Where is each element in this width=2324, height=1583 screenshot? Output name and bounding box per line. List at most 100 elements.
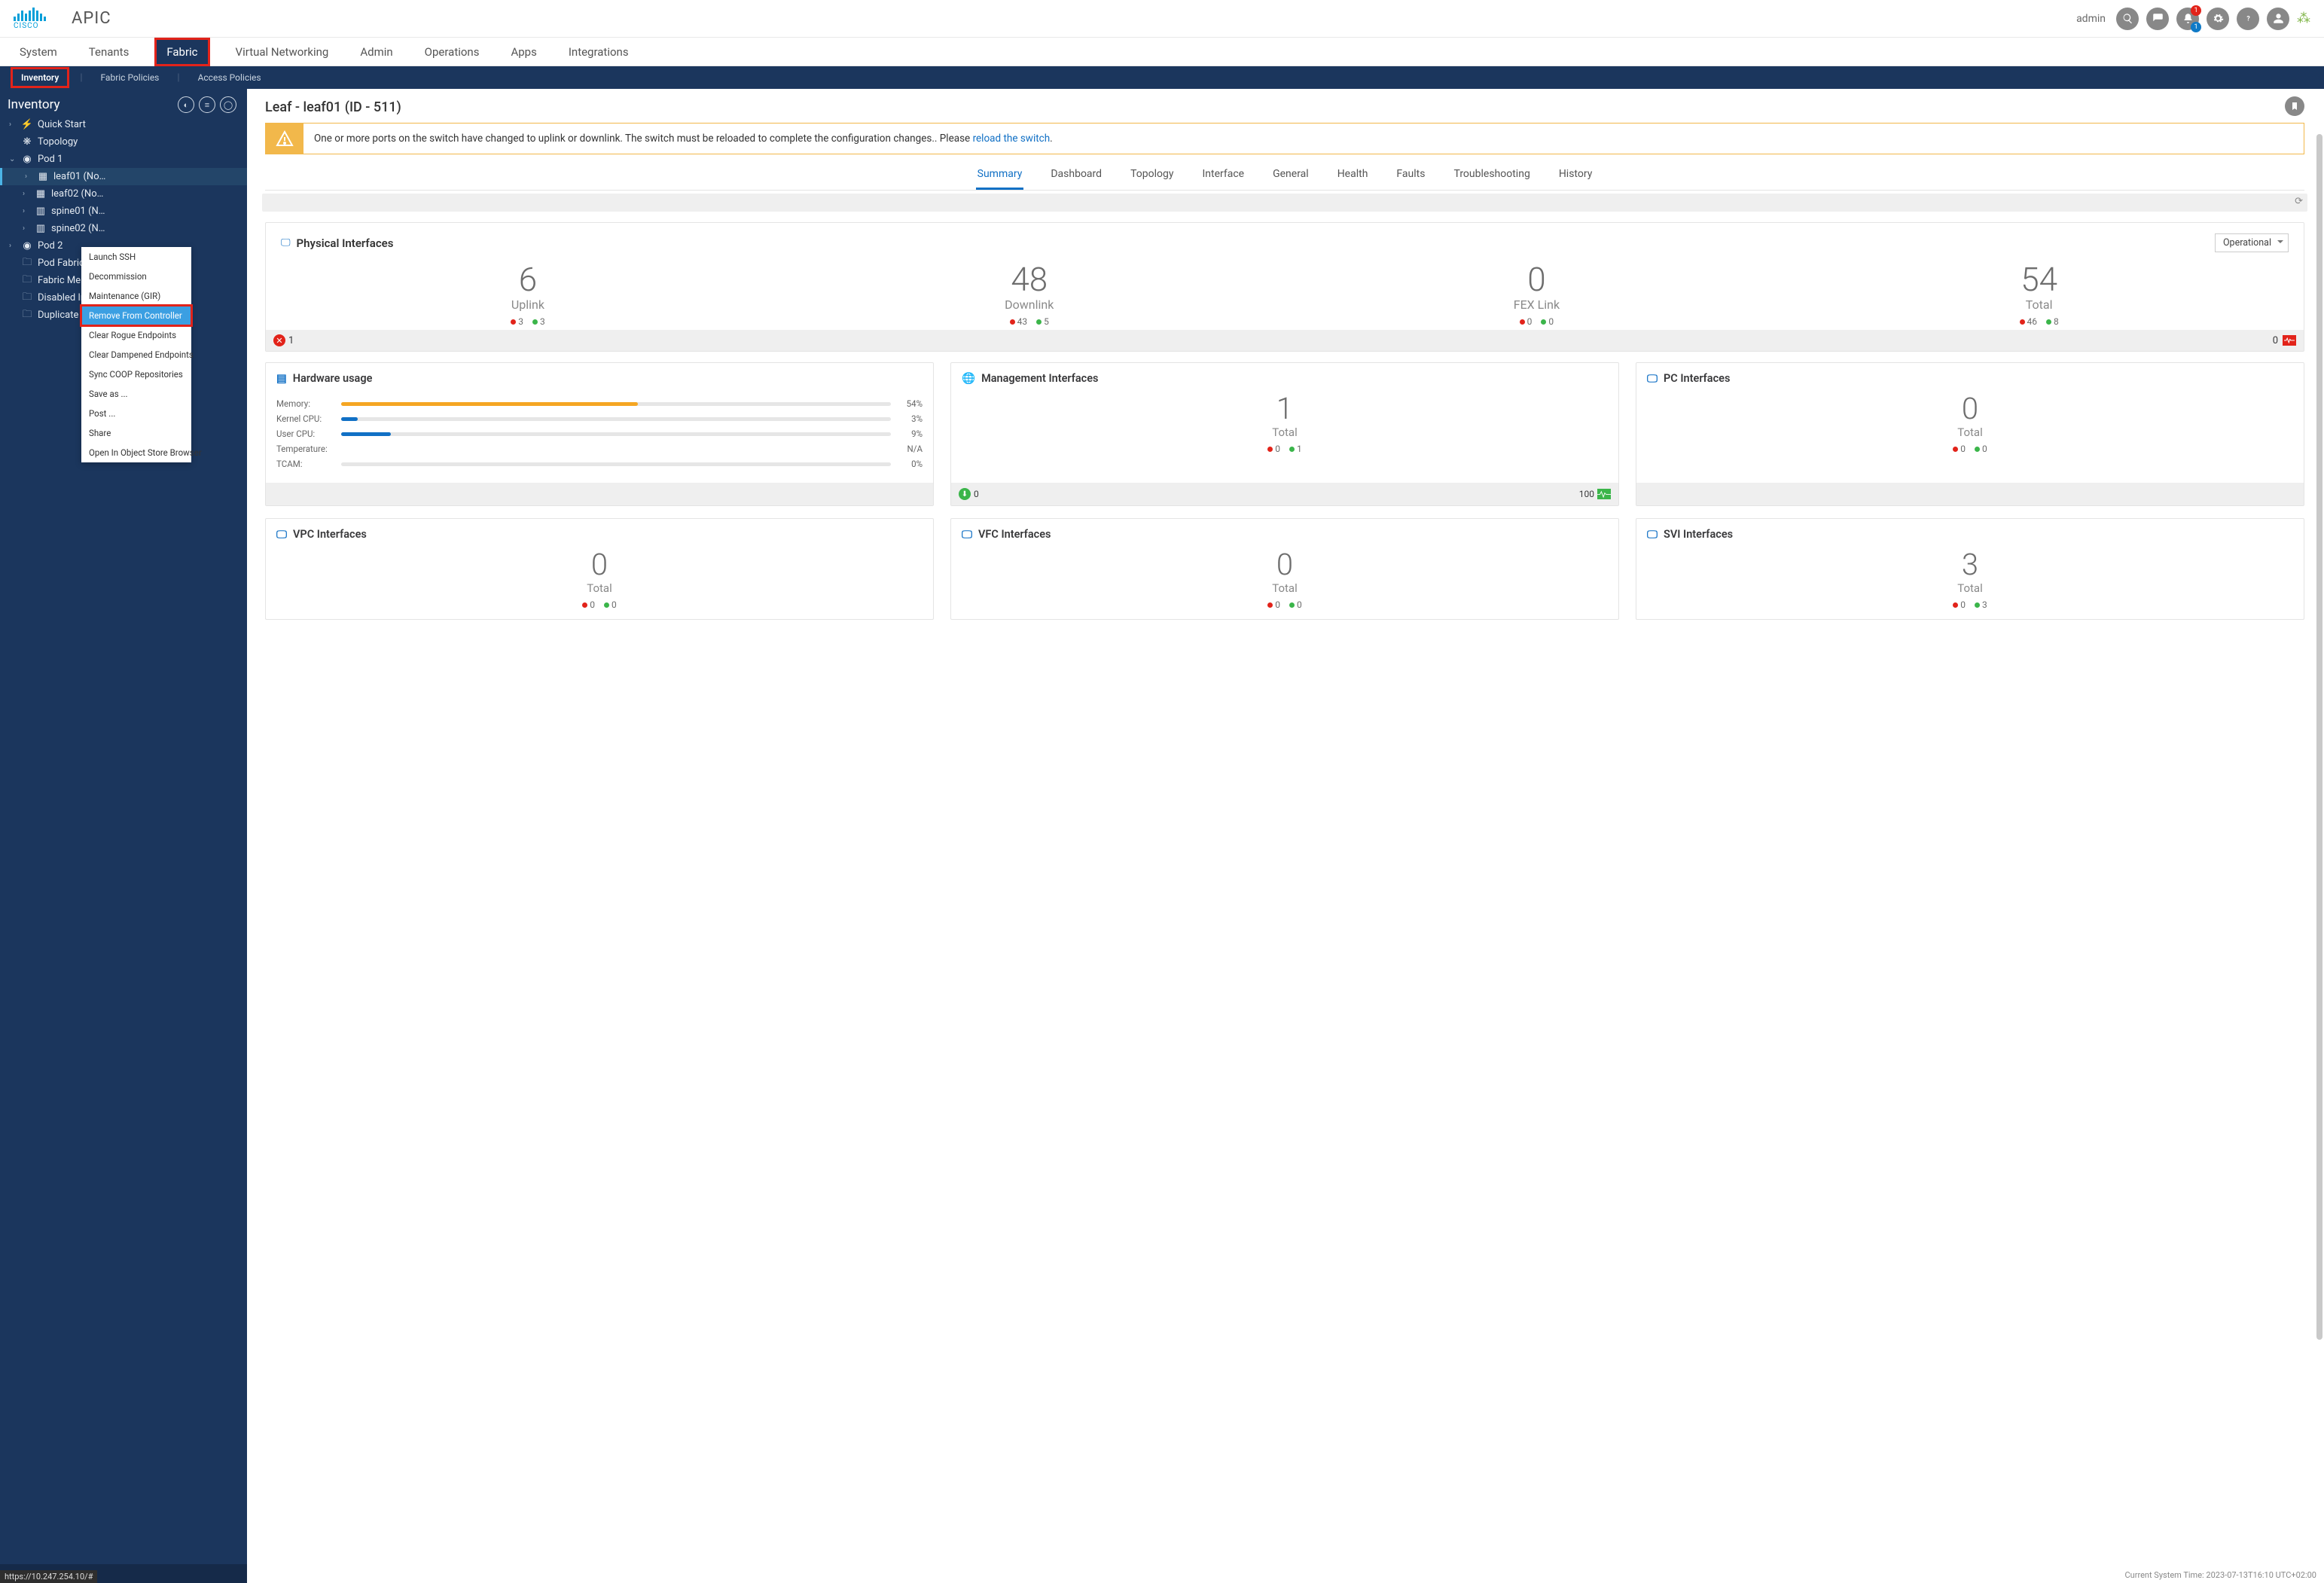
error-count: 1 [288, 335, 294, 346]
bell-icon[interactable]: 1 1 [2176, 8, 2199, 30]
sub-nav: Inventory|Fabric Policies|Access Policie… [0, 66, 2324, 89]
bookmark-icon[interactable] [2285, 96, 2304, 116]
hw-row-tcam: TCAM:0% [276, 459, 923, 469]
tab-health[interactable]: Health [1336, 162, 1370, 190]
subnav-inventory[interactable]: Inventory [14, 70, 66, 85]
heartbeat-icon [2283, 335, 2296, 346]
ctx-launch-ssh[interactable]: Launch SSH [81, 247, 191, 267]
if-col-uplink: 6Uplink33 [511, 263, 545, 327]
ctx-open-in-object-store-browser[interactable]: Open In Object Store Browser [81, 443, 191, 462]
physical-interfaces-panel: 🖵 Physical Interfaces Operational 6Uplin… [265, 222, 2304, 352]
card-title: VPC Interfaces [293, 528, 367, 541]
ctx-post-[interactable]: Post ... [81, 404, 191, 423]
search-icon[interactable] [2116, 8, 2139, 30]
user-icon[interactable] [2267, 8, 2289, 30]
heartbeat-icon [1597, 489, 1611, 499]
status-url: https://10.247.254.10/# [0, 1570, 97, 1583]
mode-select[interactable]: Operational [2215, 233, 2289, 252]
mainnav-operations[interactable]: Operations [420, 39, 484, 65]
panel-title: Physical Interfaces [297, 236, 394, 250]
tree-label: leaf01 (No… [53, 171, 105, 182]
reload-link[interactable]: reload the switch [973, 133, 1051, 145]
main-nav: System Tenants Fabric Virtual Networking Adm… [0, 38, 2324, 66]
vpc-label: Total [276, 581, 923, 595]
tree-topology[interactable]: ❋Topology [0, 133, 247, 151]
card-title: Hardware usage [293, 372, 373, 385]
help-icon[interactable]: ? [2237, 8, 2259, 30]
monitor-icon: 🖵 [962, 528, 972, 541]
error-icon: ✕ [273, 334, 285, 346]
tab-interface[interactable]: Interface [1200, 162, 1246, 190]
ctx-share[interactable]: Share [81, 423, 191, 443]
mainnav-admin[interactable]: Admin [355, 39, 397, 65]
globe-icon: 🌐 [962, 372, 975, 385]
tab-dashboard[interactable]: Dashboard [1049, 162, 1103, 190]
tree-leaf01[interactable]: ›▦leaf01 (No… [0, 168, 247, 185]
ctx-save-as-[interactable]: Save as ... [81, 384, 191, 404]
mainnav-fabric[interactable]: Fabric [156, 39, 208, 65]
sidebar-tool-3[interactable]: ◯ [220, 96, 236, 113]
ctx-clear-dampened-endpoints[interactable]: Clear Dampened Endpoints [81, 345, 191, 364]
user-label[interactable]: admin [2076, 13, 2106, 25]
tab-history[interactable]: History [1557, 162, 1594, 190]
tree-label: leaf02 (No… [51, 188, 103, 200]
subnav-fabric-policies[interactable]: Fabric Policies [96, 70, 164, 85]
feedback-icon[interactable] [2146, 8, 2169, 30]
ctx-remove-from-controller[interactable]: Remove From Controller [81, 306, 191, 325]
clipboard-icon: ▤ [276, 372, 287, 385]
tree-quick-start[interactable]: ›⚡Quick Start [0, 116, 247, 133]
tab-troubleshooting[interactable]: Troubleshooting [1452, 162, 1531, 190]
mainnav-tenants[interactable]: Tenants [84, 39, 134, 65]
sidebar-tool-2[interactable]: ≡ [199, 96, 215, 113]
hw-row-temperature: Temperature:N/A [276, 444, 923, 454]
svi-interfaces-card: 🖵SVI Interfaces 3 Total 03 [1636, 518, 2304, 620]
vfc-red: 0 [1267, 599, 1280, 610]
mainnav-virtual-networking[interactable]: Virtual Networking [231, 39, 334, 65]
vpc-green: 0 [604, 599, 617, 610]
scrollbar[interactable] [2316, 134, 2322, 1553]
sidebar-tool-1[interactable]: ◐ [178, 96, 194, 113]
mgmt-green: 1 [1289, 444, 1302, 454]
ctx-clear-rogue-endpoints[interactable]: Clear Rogue Endpoints [81, 325, 191, 345]
tree-pod1[interactable]: ⌄◉Pod 1 [0, 151, 247, 168]
tree-spine01[interactable]: ›▥spine01 (N… [0, 203, 247, 220]
tab-general[interactable]: General [1271, 162, 1310, 190]
mainnav-system[interactable]: System [15, 39, 62, 65]
vfc-label: Total [962, 581, 1608, 595]
sidebar: Inventory ◐ ≡ ◯ ›⚡Quick Start ❋Topology … [0, 89, 247, 1583]
mainnav-integrations[interactable]: Integrations [564, 39, 633, 65]
hw-row-usercpu: User CPU:9% [276, 429, 923, 439]
apps-icon[interactable]: ⁂ [2297, 11, 2310, 26]
page-title: Leaf - leaf01 (ID - 511) [265, 99, 2304, 115]
ctx-decommission[interactable]: Decommission [81, 267, 191, 286]
vpc-interfaces-card: 🖵VPC Interfaces 0 Total 00 [265, 518, 934, 620]
mgmt-count: 1 [962, 394, 1608, 424]
svg-text:?: ? [2246, 16, 2250, 23]
tree-leaf02[interactable]: ›▦leaf02 (No… [0, 185, 247, 203]
monitor-icon: 🖵 [1647, 528, 1658, 541]
toolbar-strip: ⟳ [262, 194, 2307, 212]
footer-time: Current System Time: 2023-07-13T16:10 UT… [2118, 1567, 2324, 1583]
if-col-downlink: 48Downlink435 [1005, 263, 1054, 327]
brand-label: APIC [72, 9, 111, 28]
svi-green: 3 [1975, 599, 1987, 610]
if-col-fex-link: 0FEX Link00 [1514, 263, 1560, 327]
context-menu: Launch SSHDecommissionMaintenance (GIR)R… [81, 247, 191, 462]
mgmt-foot-l: 0 [974, 489, 979, 499]
subnav-access-policies[interactable]: Access Policies [194, 70, 266, 85]
mainnav-apps[interactable]: Apps [506, 39, 541, 65]
gear-icon[interactable] [2207, 8, 2229, 30]
tree-label: Topology [38, 136, 78, 148]
tab-topology[interactable]: Topology [1129, 162, 1175, 190]
vfc-interfaces-card: 🖵VFC Interfaces 0 Total 00 [950, 518, 1619, 620]
tab-summary[interactable]: Summary [976, 162, 1024, 190]
tree-label: Pod 1 [38, 154, 63, 165]
ctx-sync-coop-repositories[interactable]: Sync COOP Repositories [81, 364, 191, 384]
tree-spine02[interactable]: ›▥spine02 (N… [0, 220, 247, 237]
svi-count: 3 [1647, 550, 2293, 580]
refresh-icon[interactable]: ⟳ [2295, 196, 2303, 207]
tab-faults[interactable]: Faults [1395, 162, 1426, 190]
warning-icon [266, 124, 303, 154]
info-icon: ⬇ [959, 488, 971, 500]
ctx-maintenance-gir-[interactable]: Maintenance (GIR) [81, 286, 191, 306]
